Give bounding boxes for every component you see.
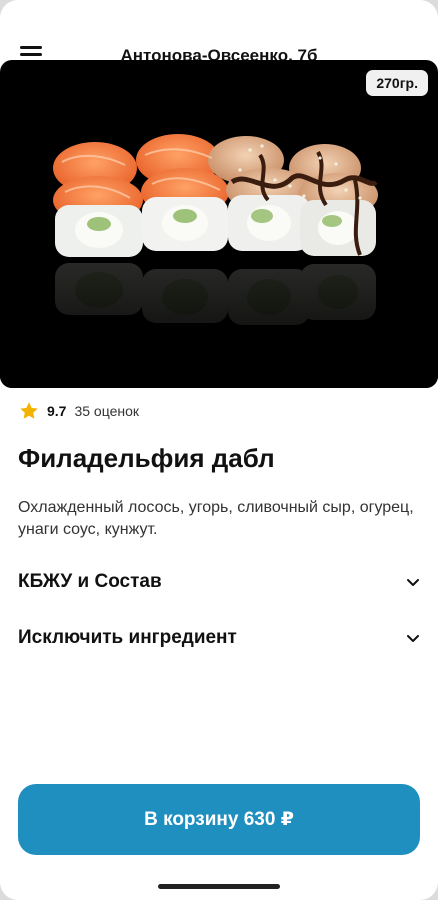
product-title: Филадельфия дабл <box>18 443 275 473</box>
nutrition-accordion[interactable]: КБЖУ и Состав <box>18 566 420 598</box>
weight-badge: 270гр. <box>366 70 428 96</box>
chevron-down-icon <box>407 635 419 642</box>
star-icon <box>20 402 38 419</box>
accordion-label: КБЖУ и Состав <box>18 571 162 592</box>
add-to-cart-button[interactable]: В корзину 630 ₽ <box>18 784 420 855</box>
rating-score: 9.7 <box>47 403 67 419</box>
product-description: Охлажденный лосось, угорь, сливочный сыр… <box>18 499 414 538</box>
product-screen: Антонова-Овсеенко, 7б 270гр. 9.7 35 оцен… <box>0 0 438 900</box>
chevron-down-icon <box>407 579 419 586</box>
ratings-count: 35 оценок <box>74 403 140 419</box>
home-indicator[interactable] <box>158 884 280 889</box>
exclude-ingredient-accordion[interactable]: Исключить ингредиент <box>18 622 420 654</box>
rating-row: 9.7 35 оценок <box>18 400 139 422</box>
product-image: 270гр. <box>0 60 438 388</box>
accordion-label: Исключить ингредиент <box>18 627 237 648</box>
sushi-rolls-illustration <box>0 134 438 388</box>
